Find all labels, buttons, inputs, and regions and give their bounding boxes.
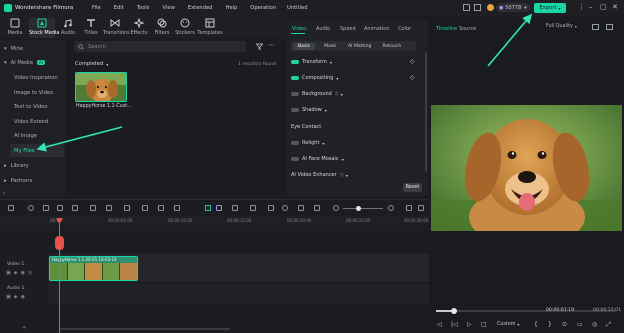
arrow-to-export <box>487 13 533 67</box>
annotation-arrows <box>36 13 533 152</box>
arrow-to-my-files <box>36 126 123 152</box>
